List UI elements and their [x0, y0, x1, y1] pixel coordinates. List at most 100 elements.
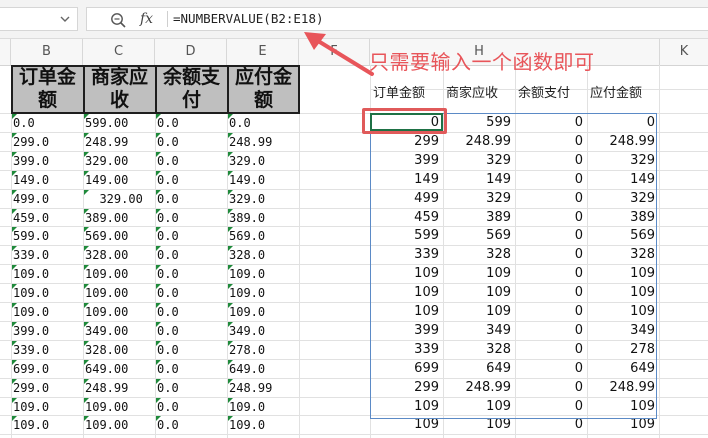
table-border	[83, 65, 85, 113]
source-header-line: 付	[181, 90, 201, 111]
column-header-e[interactable]: E	[227, 39, 299, 65]
source-cell[interactable]: 109.00	[85, 265, 155, 283]
source-cell[interactable]: 149.0	[13, 171, 83, 189]
source-header-line: 额	[37, 90, 57, 111]
source-cell[interactable]: 329.00	[85, 152, 155, 170]
source-cell[interactable]: 109.0	[13, 398, 83, 416]
annotation-arrow-icon	[304, 32, 374, 76]
source-cell[interactable]: 0.0	[157, 209, 227, 227]
source-cell[interactable]: 0.0	[157, 246, 227, 264]
source-cell[interactable]: 699.0	[13, 360, 83, 378]
source-cell[interactable]: 649.00	[85, 360, 155, 378]
chevron-down-icon[interactable]	[59, 14, 71, 24]
source-cell[interactable]: 0.0	[157, 190, 227, 208]
source-cell[interactable]: 109.0	[229, 416, 299, 434]
source-cell[interactable]: 0.0	[229, 114, 299, 132]
formula-text[interactable]: =NUMBERVALUE(B2:E18)	[173, 11, 324, 27]
source-cell[interactable]: 248.99	[229, 379, 299, 397]
selection-range	[370, 113, 657, 419]
column-header-d[interactable]: D	[155, 39, 227, 65]
source-cell[interactable]: 328.0	[229, 246, 299, 264]
source-cell[interactable]: 149.00	[85, 171, 155, 189]
result-header-cell: 商家应收	[446, 86, 499, 101]
source-header-line: 订单金	[18, 67, 76, 88]
source-cell[interactable]: 0.0	[157, 416, 227, 434]
source-cell[interactable]: 349.0	[229, 322, 299, 340]
source-cell[interactable]: 0.0	[157, 379, 227, 397]
source-cell[interactable]: 109.0	[13, 303, 83, 321]
source-cell[interactable]: 569.0	[229, 227, 299, 245]
source-cell[interactable]: 0.0	[157, 133, 227, 151]
highlight-box	[362, 108, 447, 134]
source-cell[interactable]: 248.99	[85, 379, 155, 397]
grid-hline	[0, 434, 708, 435]
source-cell[interactable]: 0.0	[157, 322, 227, 340]
source-cell[interactable]: 0.0	[157, 341, 227, 359]
source-cell[interactable]: 399.0	[13, 152, 83, 170]
source-cell[interactable]: 0.0	[157, 284, 227, 302]
source-header-line: 应付金	[234, 67, 292, 88]
source-cell[interactable]: 109.0	[13, 265, 83, 283]
source-cell[interactable]: 389.00	[85, 209, 155, 227]
source-cell[interactable]: 329.00	[85, 190, 155, 208]
source-cell[interactable]: 109.0	[229, 265, 299, 283]
source-cell[interactable]: 459.0	[13, 209, 83, 227]
result-header-cell: 应付金额	[590, 86, 643, 101]
zoom-icon[interactable]	[110, 12, 126, 28]
grid-vline	[659, 65, 660, 438]
source-header-line: 余额支	[162, 67, 220, 88]
grid-vline	[299, 65, 300, 438]
table-border	[155, 65, 157, 113]
source-header-line: 收	[109, 90, 129, 111]
column-header-c[interactable]: C	[83, 39, 155, 65]
table-border	[227, 65, 229, 113]
source-header-line: 商家应	[90, 67, 148, 88]
source-cell[interactable]: 0.0	[157, 265, 227, 283]
source-cell[interactable]: 109.00	[85, 416, 155, 434]
source-cell[interactable]: 0.0	[157, 360, 227, 378]
source-cell[interactable]: 649.0	[229, 360, 299, 378]
source-cell[interactable]: 248.99	[85, 133, 155, 151]
source-cell[interactable]: 299.0	[13, 379, 83, 397]
name-box[interactable]	[0, 7, 78, 31]
source-cell[interactable]: 109.0	[229, 284, 299, 302]
source-cell[interactable]: 299.0	[13, 133, 83, 151]
result-header-cell: 余额支付	[518, 86, 571, 101]
source-cell[interactable]: 109.0	[229, 398, 299, 416]
source-cell[interactable]: 0.0	[13, 114, 83, 132]
column-header-stub	[0, 39, 11, 65]
source-cell[interactable]: 328.00	[85, 341, 155, 359]
fx-icon[interactable]: fx	[140, 10, 162, 28]
source-cell[interactable]: 339.0	[13, 341, 83, 359]
source-cell[interactable]: 0.0	[157, 171, 227, 189]
source-cell[interactable]: 248.99	[229, 133, 299, 151]
source-cell[interactable]: 349.00	[85, 322, 155, 340]
source-cell[interactable]: 0.0	[157, 398, 227, 416]
source-cell[interactable]: 328.00	[85, 246, 155, 264]
source-cell[interactable]: 0.0	[157, 152, 227, 170]
source-cell[interactable]: 109.0	[13, 284, 83, 302]
source-cell[interactable]: 278.0	[229, 341, 299, 359]
column-header-b[interactable]: B	[11, 39, 83, 65]
source-cell[interactable]: 109.0	[13, 416, 83, 434]
source-cell[interactable]: 109.00	[85, 398, 155, 416]
formula-separator	[167, 11, 168, 27]
source-cell[interactable]: 109.00	[85, 303, 155, 321]
source-cell[interactable]: 329.0	[229, 152, 299, 170]
source-header-cell: 商家应收	[84, 66, 155, 113]
source-cell[interactable]: 0.0	[157, 114, 227, 132]
source-cell[interactable]: 599.0	[13, 227, 83, 245]
source-cell[interactable]: 109.00	[85, 284, 155, 302]
source-cell[interactable]: 399.0	[13, 322, 83, 340]
source-cell[interactable]: 599.00	[85, 114, 155, 132]
source-cell[interactable]: 0.0	[157, 227, 227, 245]
source-cell[interactable]: 389.0	[229, 209, 299, 227]
source-cell[interactable]: 499.0	[13, 190, 83, 208]
source-cell[interactable]: 149.0	[229, 171, 299, 189]
column-header-k[interactable]: K	[659, 39, 708, 65]
source-cell[interactable]: 329.0	[229, 190, 299, 208]
source-cell[interactable]: 339.0	[13, 246, 83, 264]
source-cell[interactable]: 0.0	[157, 303, 227, 321]
source-cell[interactable]: 569.00	[85, 227, 155, 245]
source-cell[interactable]: 109.0	[229, 303, 299, 321]
